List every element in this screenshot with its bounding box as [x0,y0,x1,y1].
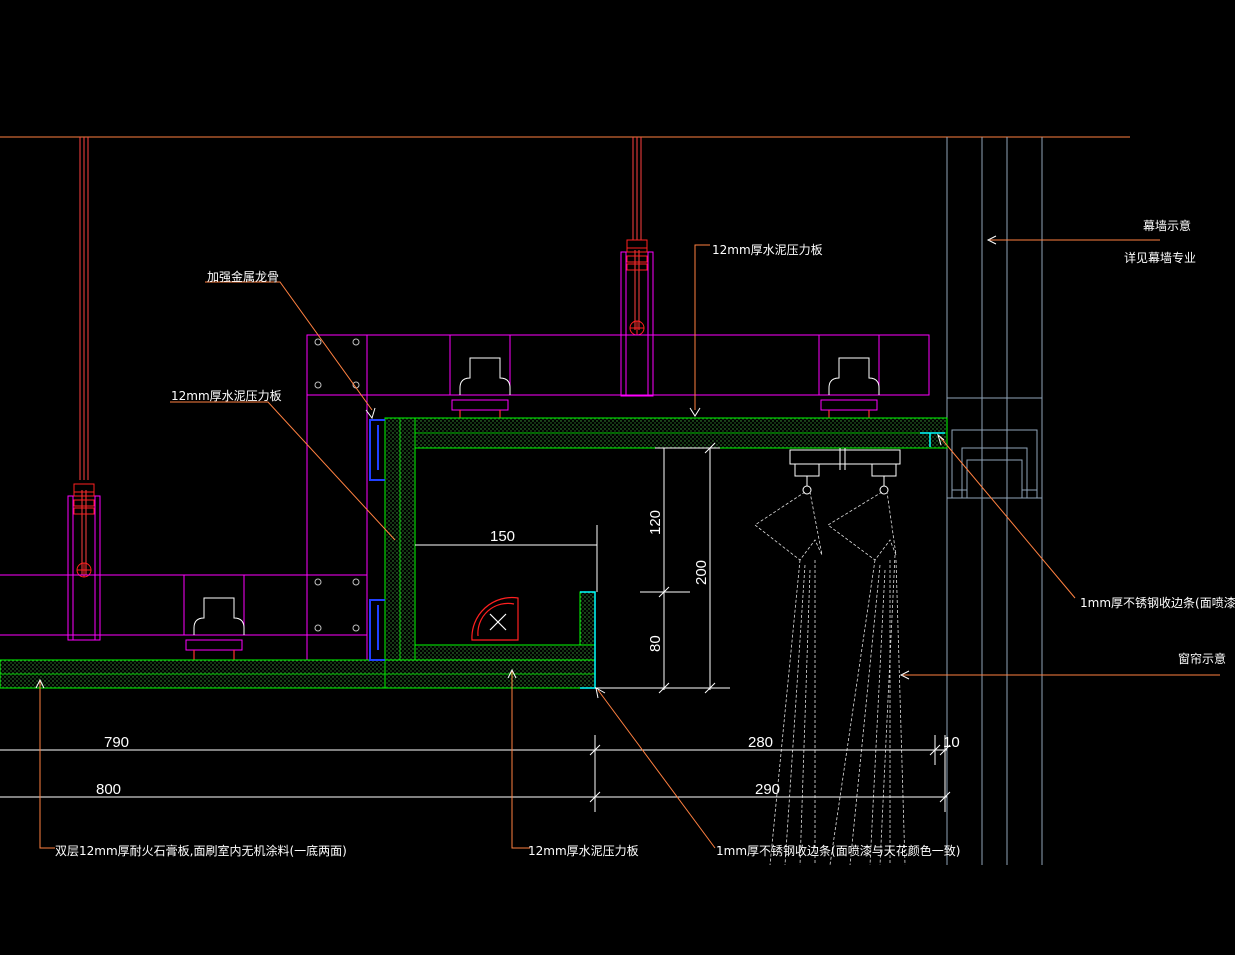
leader-arrows [35,235,997,699]
dim-200: 200 [693,560,710,585]
label-curtain-wall: 幕墙示意 [1143,218,1191,233]
label-curtain-wall-ref: 详见幕墙专业 [1124,250,1196,265]
label-steel-trim-right: 1mm厚不锈钢收边条(面喷漆与天 [1080,596,1235,610]
curtain-fabric [754,491,906,866]
label-curtain: 窗帘示意 [1178,651,1226,666]
dimension-lines [0,442,951,812]
curtain-track [789,448,901,495]
curtain-box-bottom [414,591,596,661]
cement-board-vertical [384,417,416,661]
main-keel-lower [0,574,307,636]
reinforced-keel [369,419,385,661]
clip-hanger-2 [818,334,880,411]
hanger-nut-right [626,239,648,271]
label-reinforced-keel: 加强金属龙骨 [207,269,279,284]
dim-280: 280 [748,734,773,751]
dim-150: 150 [490,528,515,545]
dim-80: 80 [647,635,664,652]
label-cement-board-side: 12mm厚水泥压力板 [171,389,282,403]
hanger-rods [79,137,642,575]
gypsum-board-lower [0,659,596,689]
downlight [471,596,519,641]
hanger-nut-left [73,483,95,515]
label-steel-trim-bottom: 1mm厚不锈钢收边条(面喷漆与天花颜色一致) [716,843,960,858]
dim-120: 120 [647,510,664,535]
clip-hanger-1 [449,334,511,411]
label-cement-board-bottom: 12mm厚水泥压力板 [528,844,639,858]
clip-hanger-3 [183,574,245,651]
leader-lines [39,239,1220,849]
dim-800: 800 [96,781,121,798]
dim-790: 790 [104,734,129,751]
label-gypsum-board: 双层12mm厚耐火石膏板,面刷室内无机涂料(一底两面) [55,843,347,858]
dim-290: 290 [755,781,780,798]
dim-10: 10 [943,734,960,751]
cement-board-upper [384,417,948,449]
hanger-bracket-right [620,251,654,397]
hanger-bracket-left [67,495,101,641]
label-cement-board-top: 12mm厚水泥压力板 [712,243,823,257]
curtain-wall [946,137,1043,865]
cad-drawing: 加强金属龙骨 12mm厚水泥压力板 12mm厚水泥压力板 幕墙示意 详见幕墙专业… [0,136,1235,866]
